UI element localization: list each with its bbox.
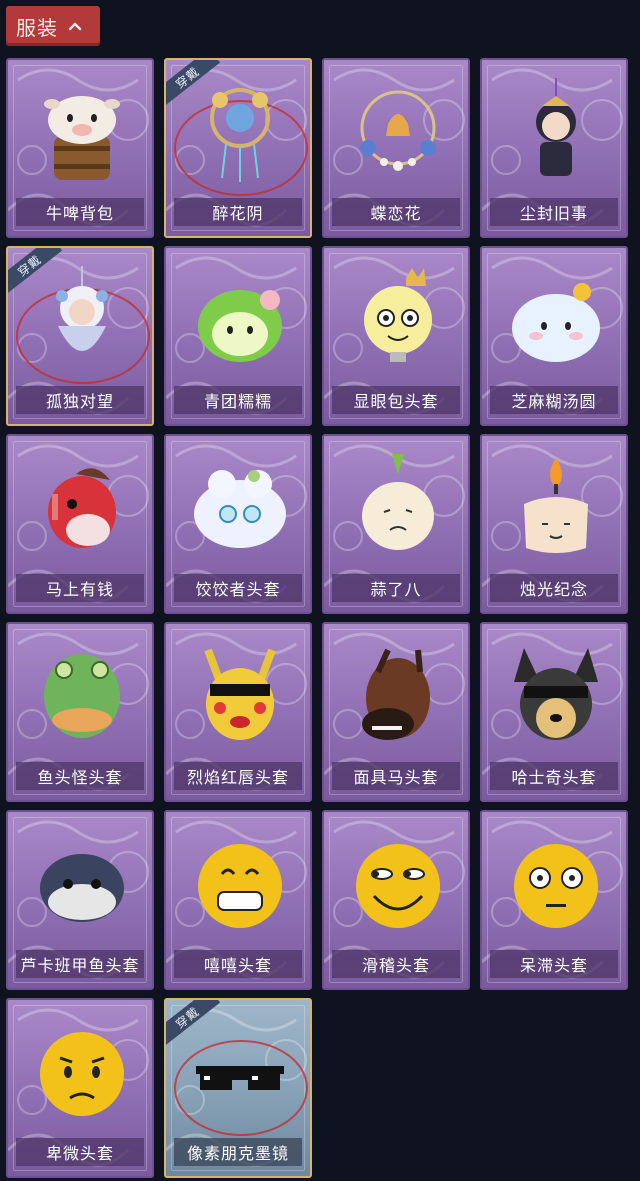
outfit-card[interactable]: 青团糯糯 (164, 246, 312, 426)
outfit-card[interactable]: 烈焰红唇头套 (164, 622, 312, 802)
dumpling-head-icon (194, 470, 286, 548)
husky-head-sunglasses-icon (514, 648, 598, 740)
white-dumpling-head-icon (512, 283, 600, 362)
outfit-name: 牛啤背包 (16, 198, 144, 226)
outfit-card[interactable]: 鱼头怪头套 (6, 622, 154, 802)
chevron-up-icon (68, 22, 82, 31)
red-horse-head-icon (48, 468, 116, 548)
outfit-name: 呆滞头套 (490, 950, 618, 978)
outfit-screen: 服装 牛啤背包 醉花阴 穿戴 蝶恋花 尘封旧事孤独对望 穿戴 青团糯糯 显眼包头套 芝麻糊汤圆马… (0, 0, 640, 1181)
pixel-sunglasses-icon (196, 1066, 284, 1090)
crowned-lightbulb-head-icon (364, 268, 432, 362)
outfit-name: 滑稽头套 (332, 950, 460, 978)
fish-head-icon (40, 854, 124, 922)
butterfly-bell-wreath-icon (360, 90, 436, 171)
humble-emoji-head-icon (40, 1032, 124, 1116)
outfit-card[interactable]: 像素朋克墨镜 穿戴 (164, 998, 312, 1178)
outfit-card[interactable]: 呆滞头套 (480, 810, 628, 990)
outfit-name: 蝶恋花 (332, 198, 460, 226)
outfit-card[interactable]: 尘封旧事 (480, 58, 628, 238)
outfit-card[interactable]: 烛光纪念 (480, 434, 628, 614)
funny-emoji-head-icon (356, 844, 440, 928)
outfit-card[interactable]: 面具马头套 (322, 622, 470, 802)
fish-head-mask-icon (44, 654, 120, 738)
outfit-card[interactable]: 嘻嘻头套 (164, 810, 312, 990)
outfit-card[interactable]: 卑微头套 (6, 998, 154, 1178)
outfit-card[interactable]: 牛啤背包 (6, 58, 154, 238)
outfit-card[interactable]: 蝶恋花 (322, 58, 470, 238)
flower-dreamcatcher-icon (210, 88, 270, 182)
outfit-card[interactable]: 醉花阴 穿戴 (164, 58, 312, 238)
outfit-name: 醉花阴 (174, 198, 302, 226)
outfit-card[interactable]: 显眼包头套 (322, 246, 470, 426)
outfit-card[interactable]: 哈士奇头套 (480, 622, 628, 802)
outfit-name: 蒜了八 (332, 574, 460, 602)
garlic-head-icon (362, 454, 434, 550)
yellow-mask-sunglasses-icon (204, 648, 276, 740)
outfit-name: 孤独对望 (16, 386, 144, 414)
outfit-card[interactable]: 滑稽头套 (322, 810, 470, 990)
outfit-name: 马上有钱 (16, 574, 144, 602)
outfit-name: 嘻嘻头套 (174, 950, 302, 978)
white-haired-doll-charm-icon (56, 266, 108, 351)
outfit-tab-label: 服装 (16, 15, 58, 40)
grinning-emoji-head-icon (198, 844, 282, 928)
outfit-name: 像素朋克墨镜 (174, 1138, 302, 1166)
outfit-card[interactable]: 孤独对望 穿戴 (6, 246, 154, 426)
outfit-name: 饺饺者头套 (174, 574, 302, 602)
outfit-card[interactable]: 蒜了八 (322, 434, 470, 614)
outfit-tab-toggle[interactable]: 服装 (6, 6, 100, 46)
outfit-name: 青团糯糯 (174, 386, 302, 414)
outfit-card[interactable]: 饺饺者头套 (164, 434, 312, 614)
green-rice-ball-icon (198, 290, 282, 362)
outfit-name: 尘封旧事 (490, 198, 618, 226)
outfit-card[interactable]: 马上有钱 (6, 434, 154, 614)
outfit-name: 烈焰红唇头套 (174, 762, 302, 790)
outfit-name: 烛光纪念 (490, 574, 618, 602)
outfit-card[interactable]: 芝麻糊汤圆 (480, 246, 628, 426)
chibi-figure-charm-icon (536, 78, 576, 176)
outfit-name: 哈士奇头套 (490, 762, 618, 790)
dazed-emoji-head-icon (514, 844, 598, 928)
candle-head-icon (524, 458, 588, 553)
outfit-name: 面具马头套 (332, 762, 460, 790)
outfit-name: 卑微头套 (16, 1138, 144, 1166)
outfit-card[interactable]: 芦卡班甲鱼头套 (6, 810, 154, 990)
outfit-name: 显眼包头套 (332, 386, 460, 414)
outfit-name: 鱼头怪头套 (16, 762, 144, 790)
outfit-name: 芝麻糊汤圆 (490, 386, 618, 414)
horse-mask-icon (362, 648, 430, 740)
cow-beer-backpack-icon (44, 96, 120, 180)
outfit-name: 芦卡班甲鱼头套 (16, 950, 144, 978)
